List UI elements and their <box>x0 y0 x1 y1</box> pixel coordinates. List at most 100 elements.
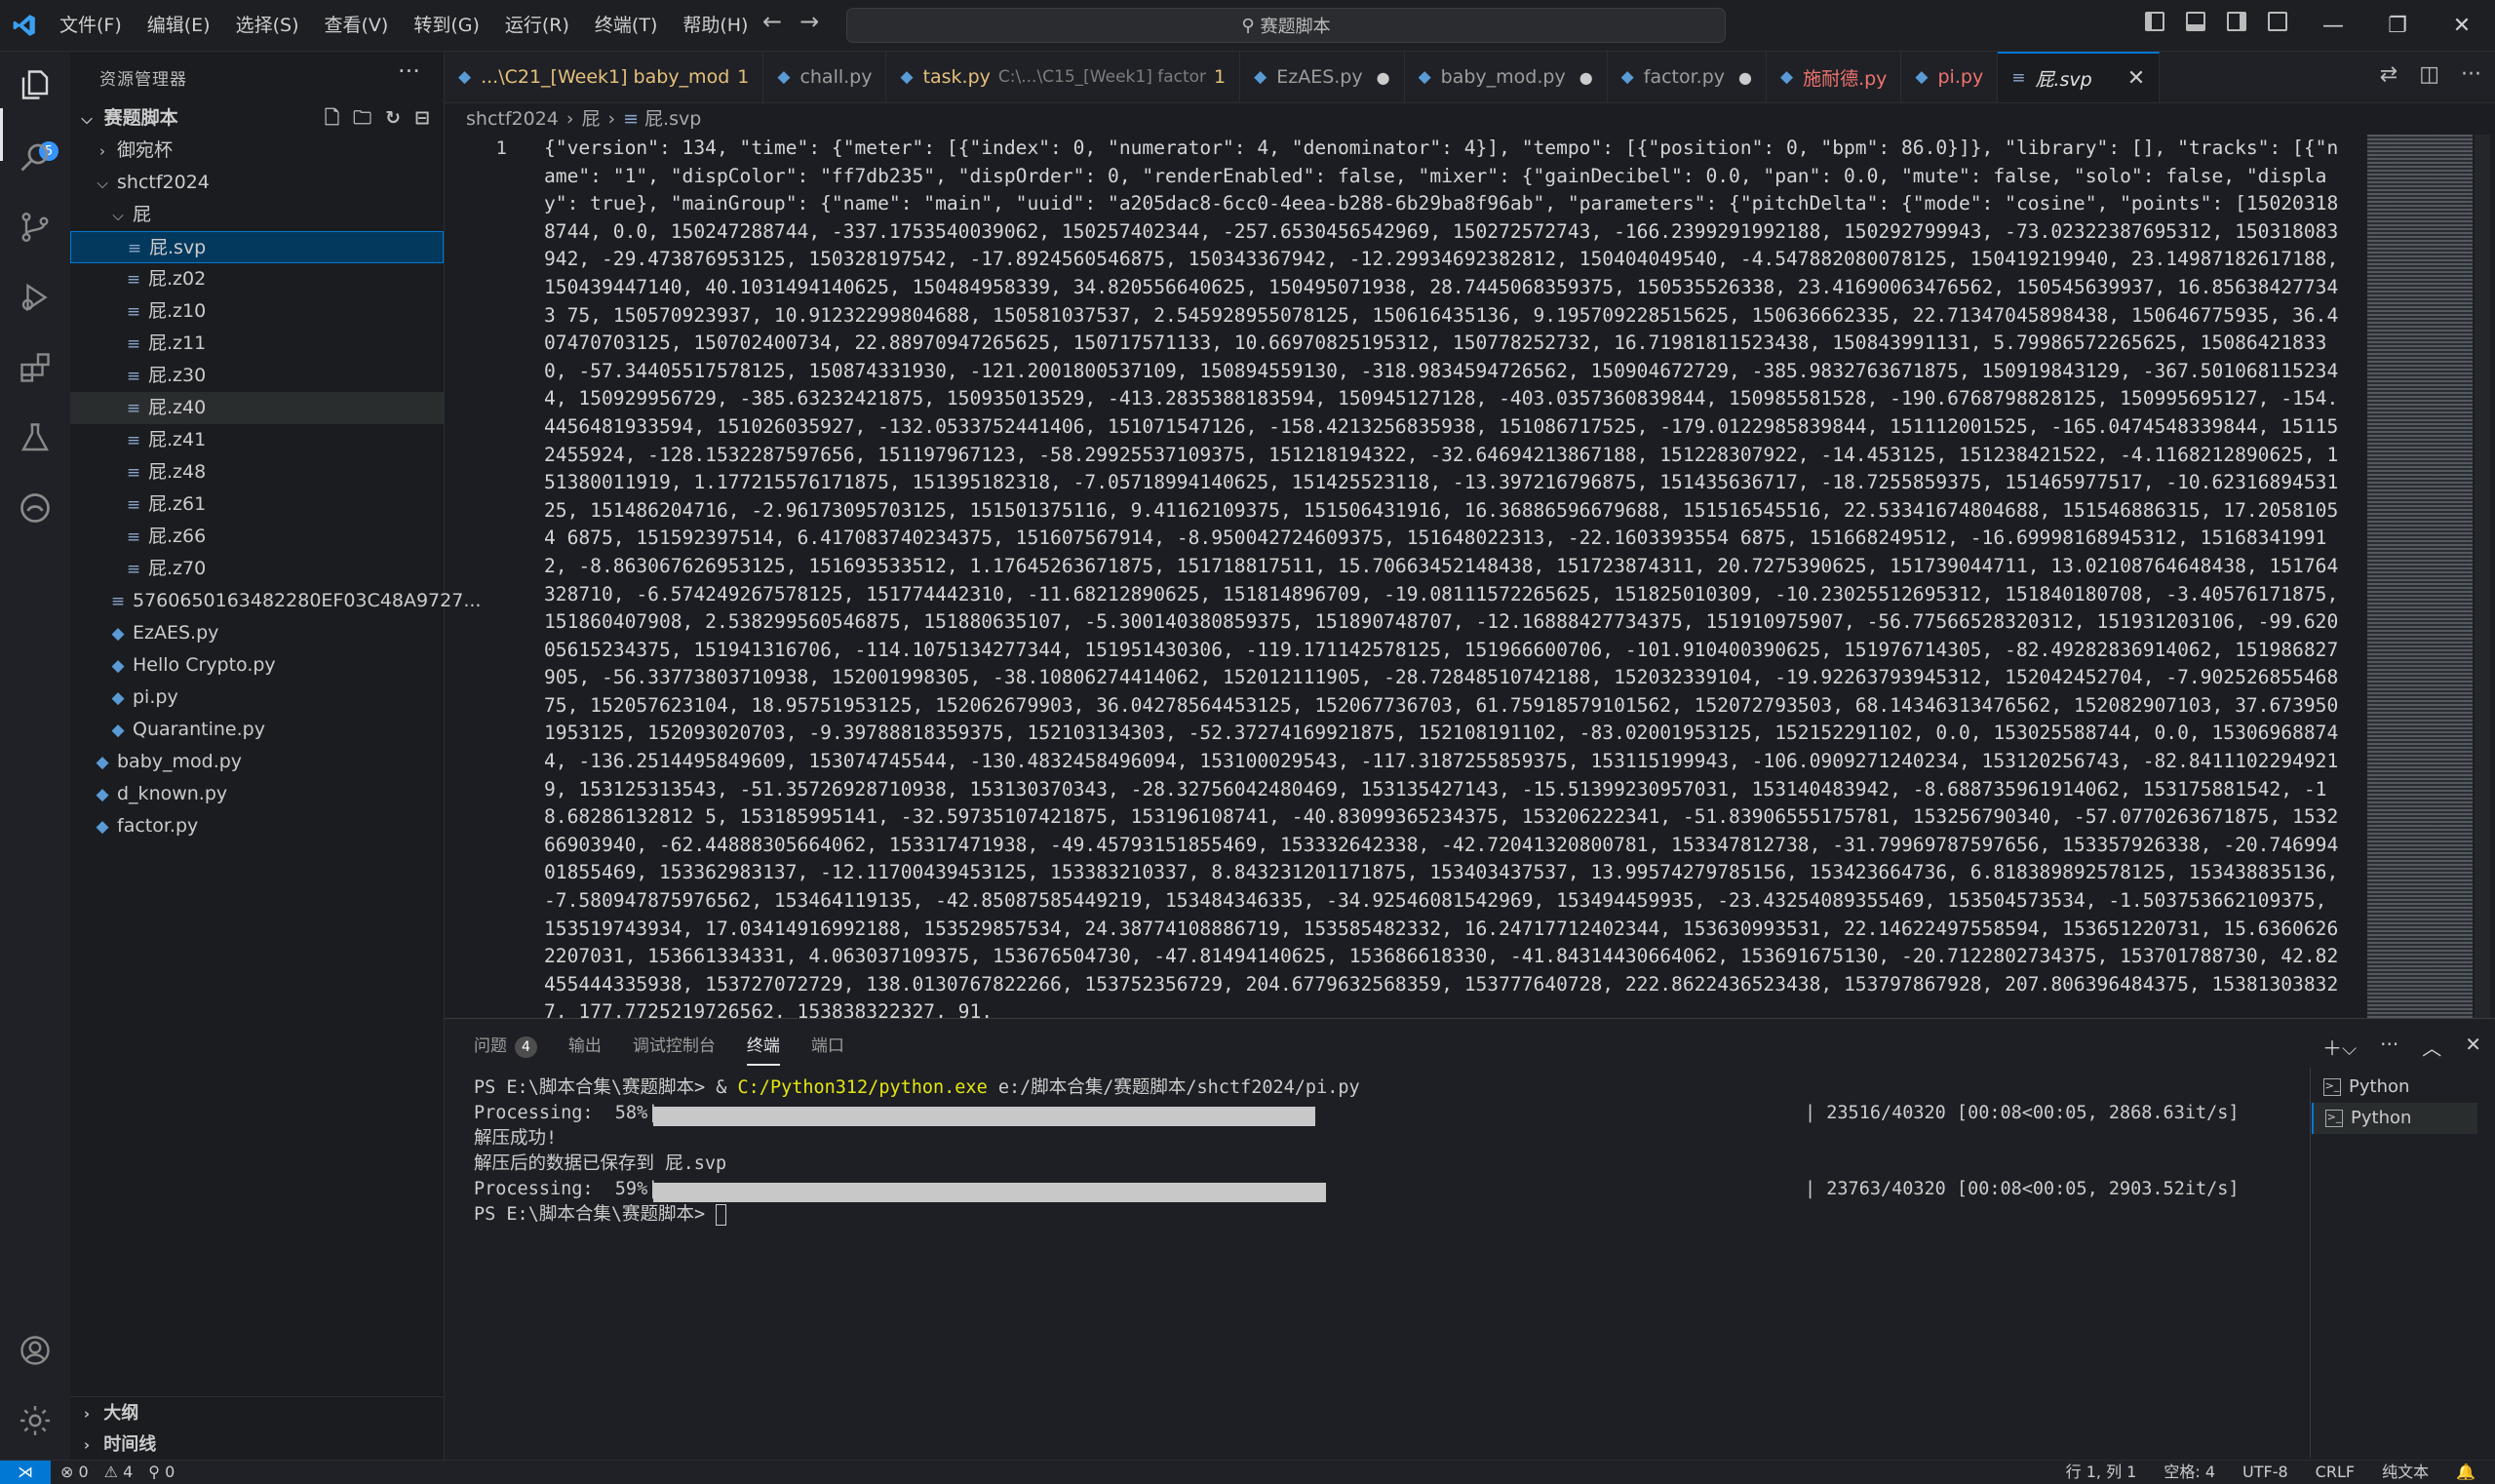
editor-tab[interactable]: ◆ chall.py <box>763 52 887 102</box>
editor-tab[interactable]: ≡ 屁.svp ✕ <box>1998 52 2161 102</box>
tree-folder[interactable]: ⌵ shctf2024 <box>70 167 444 199</box>
settings-gear-icon[interactable] <box>14 1399 57 1442</box>
back-arrow-icon[interactable]: ← <box>762 8 782 35</box>
search-icon[interactable] <box>14 136 57 178</box>
restore-icon[interactable]: ❐ <box>2365 0 2430 51</box>
notifications-bell-icon[interactable]: 🔔 <box>2456 1461 2476 1484</box>
customize-layout-icon[interactable] <box>2268 12 2287 31</box>
testing-icon[interactable] <box>14 416 57 459</box>
tree-file[interactable]: ≡ 5760650163482280EF03C48A9727... <box>70 585 482 617</box>
editor-tab[interactable]: ◆ task.py C:\...\C15_[Week1] factor 1 <box>886 52 1241 102</box>
status-eol[interactable]: CRLF <box>2316 1461 2355 1484</box>
editor-tab[interactable]: ◆ pi.py <box>1901 52 1999 102</box>
tab-problems[interactable]: 问题 4 <box>474 1033 537 1064</box>
status-errors[interactable]: ⊗ 0 <box>60 1461 89 1484</box>
menu-file[interactable]: 文件(F) <box>47 0 135 51</box>
tree-file[interactable]: ◆ pi.py <box>70 682 444 714</box>
terminal-entry[interactable]: >_ Python <box>2312 1072 2477 1103</box>
tab-debug-console[interactable]: 调试控制台 <box>633 1033 716 1064</box>
menu-selection[interactable]: 选择(S) <box>223 0 312 51</box>
breadcrumb-item[interactable]: 屁 <box>582 108 601 130</box>
command-center-search[interactable]: ⚲ 赛题脚本 <box>846 8 1726 43</box>
menu-run[interactable]: 运行(R) <box>492 0 582 51</box>
tree-file[interactable]: ◆ baby_mod.py <box>70 746 444 778</box>
tree-folder[interactable]: › 御宛杯 <box>70 135 444 167</box>
tree-file[interactable]: ≡ 屁.z41 <box>70 424 444 456</box>
toggle-secondary-sidebar-icon[interactable] <box>2227 12 2246 31</box>
new-terminal-icon[interactable]: ＋⌵ <box>2322 1033 2357 1061</box>
tree-file[interactable]: ≡ 屁.z40 <box>70 392 444 424</box>
toggle-primary-sidebar-icon[interactable] <box>2145 12 2164 31</box>
editor-scrollbar[interactable] <box>2475 135 2490 1018</box>
editor-tab[interactable]: ◆ baby_mod.py ● <box>1405 52 1608 102</box>
refresh-icon[interactable]: ↻ <box>385 102 401 135</box>
editor-tab[interactable]: ◆ EzAES.py ● <box>1240 52 1405 102</box>
remote-indicator-icon[interactable]: ⋊ <box>0 1461 51 1484</box>
tree-file[interactable]: ◆ Hello Crypto.py <box>70 649 444 682</box>
code-content[interactable]: {"version": 134, "time": {"meter": [{"in… <box>544 135 2348 1018</box>
toggle-panel-icon[interactable] <box>2186 12 2205 31</box>
compare-icon[interactable]: ⇄ <box>2380 62 2398 87</box>
status-cursor-position[interactable]: 行 1, 列 1 <box>2066 1461 2137 1484</box>
tab-ports[interactable]: 端口 <box>811 1033 844 1064</box>
status-encoding[interactable]: UTF-8 <box>2242 1461 2288 1484</box>
tree-file[interactable]: ≡ 屁.z10 <box>70 295 444 328</box>
collapse-all-icon[interactable]: ⊟ <box>414 102 430 135</box>
tree-root[interactable]: ⌵ 赛题脚本 🗋 🗀 ↻ ⊟ <box>70 102 444 135</box>
new-file-icon[interactable]: 🗋 <box>325 102 339 135</box>
tree-file[interactable]: ≡ 屁.z70 <box>70 553 444 585</box>
menu-view[interactable]: 查看(V) <box>312 0 402 51</box>
run-debug-icon[interactable] <box>14 276 57 319</box>
menu-help[interactable]: 帮助(H) <box>670 0 760 51</box>
remote-explorer-icon[interactable] <box>14 487 57 529</box>
close-panel-icon[interactable]: ✕ <box>2465 1033 2481 1061</box>
terminal-entry[interactable]: >_ Python <box>2312 1103 2477 1134</box>
new-folder-icon[interactable]: 🗀 <box>353 102 371 135</box>
unsaved-dot-icon[interactable]: ● <box>1579 68 1593 87</box>
unsaved-dot-icon[interactable]: ● <box>1377 68 1390 87</box>
menu-terminal[interactable]: 终端(T) <box>582 0 670 51</box>
editor-tab[interactable]: ◆ 施耐德.py <box>1767 52 1902 102</box>
code-editor[interactable]: 1 {"version": 134, "time": {"meter": [{"… <box>445 135 2365 1018</box>
explorer-icon[interactable] <box>14 63 57 106</box>
maximize-panel-icon[interactable]: ︿ <box>2422 1033 2441 1061</box>
forward-arrow-icon[interactable]: → <box>799 8 819 35</box>
editor-tab[interactable]: ◆ factor.py ● <box>1608 52 1767 102</box>
tree-folder[interactable]: ⌵ 屁 <box>70 199 444 231</box>
tree-file[interactable]: ◆ factor.py <box>70 810 444 842</box>
account-icon[interactable] <box>14 1329 57 1372</box>
more-actions-icon[interactable]: ··· <box>2461 62 2481 87</box>
tree-file[interactable]: ◆ Quarantine.py <box>70 714 444 746</box>
more-actions-icon[interactable]: ··· <box>2380 1033 2398 1061</box>
breadcrumb-item[interactable]: 屁.svp <box>644 108 701 130</box>
tree-file[interactable]: ≡ 屁.z66 <box>70 521 444 553</box>
terminal-divider[interactable] <box>2310 1068 2311 1458</box>
minimap[interactable] <box>2367 135 2473 1018</box>
status-indentation[interactable]: 空格: 4 <box>2164 1461 2215 1484</box>
split-editor-icon[interactable]: ◫ <box>2419 62 2439 87</box>
unsaved-dot-icon[interactable]: ● <box>1738 68 1752 87</box>
source-control-icon[interactable] <box>14 206 57 249</box>
close-tab-icon[interactable]: ✕ <box>2127 66 2145 91</box>
tree-file[interactable]: ◆ d_known.py <box>70 778 444 810</box>
status-warnings[interactable]: ⚠ 4 <box>104 1461 134 1484</box>
breadcrumb-item[interactable]: shctf2024 <box>466 108 559 130</box>
editor-tab[interactable]: ◆ ...\C21_[Week1] baby_mod 1 <box>445 52 764 102</box>
terminal-output[interactable]: PS E:\脚本合集\赛题脚本> & C:/Python312/python.e… <box>474 1075 2307 1228</box>
tab-output[interactable]: 输出 <box>568 1033 602 1064</box>
tree-file[interactable]: ≡ 屁.z11 <box>70 328 444 360</box>
timeline-section[interactable]: › 时间线 <box>70 1428 444 1461</box>
tab-terminal[interactable]: 终端 <box>746 1033 780 1066</box>
tree-file[interactable]: ≡ 屁.z61 <box>70 488 444 521</box>
outline-section[interactable]: › 大纲 <box>70 1396 444 1429</box>
tree-file[interactable]: ≡ 屁.z48 <box>70 456 444 488</box>
status-language[interactable]: 纯文本 <box>2382 1461 2429 1484</box>
extensions-icon[interactable] <box>14 346 57 389</box>
tree-file[interactable]: ≡ 屁.svp <box>70 231 444 263</box>
status-ports[interactable]: ⚲ 0 <box>148 1461 175 1484</box>
minimize-icon[interactable]: — <box>2301 0 2365 51</box>
more-actions-icon[interactable]: ··· <box>398 58 420 85</box>
close-window-icon[interactable]: ✕ <box>2430 0 2494 51</box>
tree-file[interactable]: ≡ 屁.z30 <box>70 360 444 392</box>
menu-edit[interactable]: 编辑(E) <box>135 0 223 51</box>
